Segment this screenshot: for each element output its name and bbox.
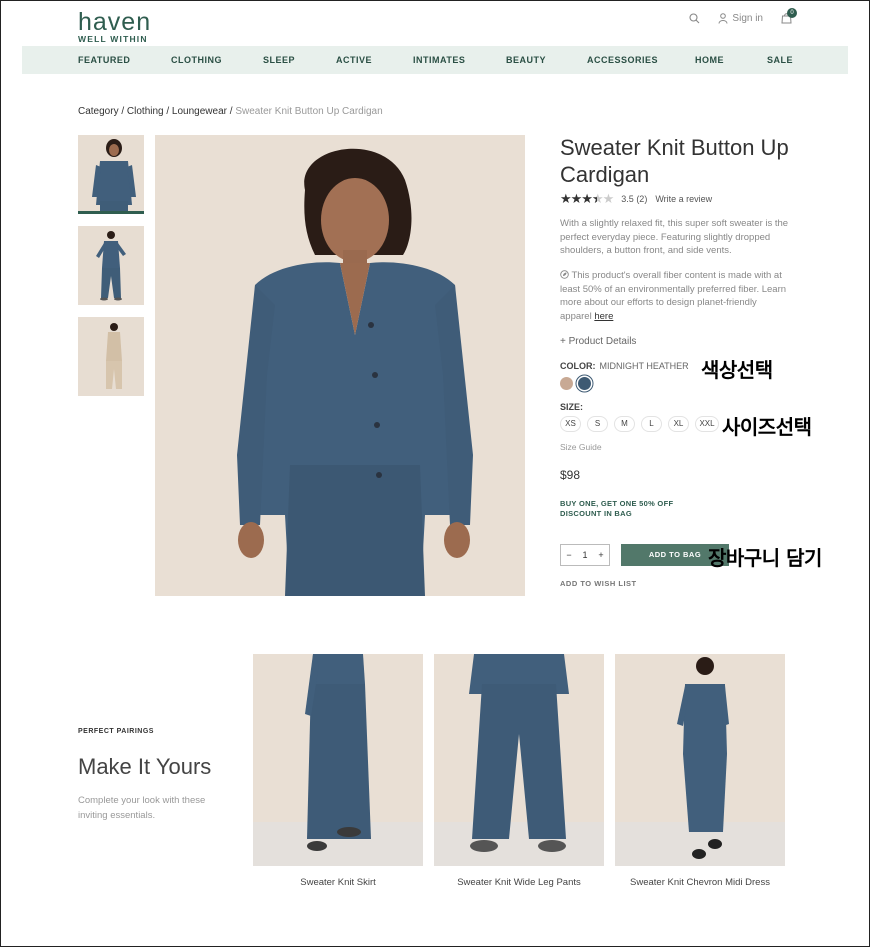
logo-wordmark: haven bbox=[78, 8, 152, 36]
product-details-toggle[interactable]: + Product Details bbox=[560, 336, 636, 347]
pairings-eyebrow: PERFECT PAIRINGS bbox=[78, 728, 154, 735]
plus-icon: + bbox=[560, 336, 566, 347]
pairing-name-wide-leg-pants[interactable]: Sweater Knit Wide Leg Pants bbox=[434, 877, 604, 888]
pairing-image-midi-dress[interactable] bbox=[615, 654, 785, 866]
rating-stars-icon[interactable]: ★★★★★★ bbox=[560, 191, 614, 207]
color-selector-label: COLOR: MIDNIGHT HEATHER bbox=[560, 361, 689, 371]
thumbnail-2[interactable] bbox=[78, 226, 144, 305]
fiber-note: This product's overall fiber content is … bbox=[560, 269, 790, 323]
color-swatches bbox=[560, 377, 591, 390]
size-xl[interactable]: XL bbox=[668, 416, 689, 432]
nav-beauty[interactable]: BEAUTY bbox=[506, 55, 587, 65]
nav-clothing[interactable]: CLOTHING bbox=[171, 55, 263, 65]
main-nav: FEATURED CLOTHING SLEEP ACTIVE INTIMATES… bbox=[22, 46, 848, 74]
sign-in-link[interactable]: Sign in bbox=[718, 13, 763, 24]
nav-sale[interactable]: SALE bbox=[767, 55, 793, 65]
fiber-link[interactable]: here bbox=[594, 311, 613, 322]
decrease-button[interactable]: − bbox=[566, 550, 571, 560]
rating-row: ★★★★★★ 3.5 (2) Write a review bbox=[560, 191, 712, 207]
pairing-name-midi-dress[interactable]: Sweater Knit Chevron Midi Dress bbox=[615, 877, 785, 888]
search-icon[interactable] bbox=[689, 12, 700, 24]
product-price: $98 bbox=[560, 468, 581, 482]
breadcrumb: Category / Clothing / Loungewear / Sweat… bbox=[78, 106, 383, 117]
size-m[interactable]: M bbox=[614, 416, 635, 432]
nav-active[interactable]: ACTIVE bbox=[336, 55, 413, 65]
site-logo[interactable]: haven WELL WITHIN bbox=[78, 8, 152, 45]
header-actions: Sign in 0 bbox=[689, 8, 797, 24]
annotation-size-select: 사이즈선택 bbox=[722, 415, 812, 439]
thumbnail-1[interactable] bbox=[78, 135, 144, 214]
increase-button[interactable]: + bbox=[598, 550, 603, 560]
add-to-wish-list-link[interactable]: ADD TO WISH LIST bbox=[560, 579, 637, 588]
leaf-icon bbox=[560, 270, 569, 279]
quantity-value[interactable]: 1 bbox=[582, 550, 587, 560]
sign-in-label: Sign in bbox=[732, 12, 763, 24]
swatch-midnight-heather[interactable] bbox=[578, 377, 591, 390]
color-value: MIDNIGHT HEATHER bbox=[599, 361, 689, 371]
size-xs[interactable]: XS bbox=[560, 416, 581, 432]
pairings-title: Make It Yours bbox=[78, 754, 212, 779]
rating-value: 3.5 (2) bbox=[621, 194, 648, 204]
pairing-image-wide-leg-pants[interactable] bbox=[434, 654, 604, 866]
breadcrumb-current: Sweater Knit Button Up Cardigan bbox=[235, 106, 383, 117]
user-icon bbox=[718, 12, 728, 24]
swatch-tan[interactable] bbox=[560, 377, 573, 390]
size-selector: XS S M L XL XXL bbox=[560, 416, 719, 432]
pairings-subtitle: Complete your look with these inviting e… bbox=[78, 795, 206, 821]
size-label: SIZE: bbox=[560, 402, 584, 412]
bag-button[interactable]: 0 bbox=[781, 8, 797, 24]
nav-featured[interactable]: FEATURED bbox=[78, 55, 171, 65]
product-title: Sweater Knit Button Up Cardigan bbox=[560, 135, 789, 187]
annotation-add-to-cart: 장바구니 담기 bbox=[708, 546, 822, 570]
nav-accessories[interactable]: ACCESSORIES bbox=[587, 55, 695, 65]
nav-sleep[interactable]: SLEEP bbox=[263, 55, 336, 65]
size-guide-link[interactable]: Size Guide bbox=[560, 442, 602, 452]
product-description: With a slightly relaxed fit, this super … bbox=[560, 218, 789, 256]
quantity-stepper: − 1 + bbox=[560, 544, 610, 566]
color-label: COLOR: bbox=[560, 361, 596, 371]
product-details-label: Product Details bbox=[568, 336, 637, 347]
size-s[interactable]: S bbox=[587, 416, 608, 432]
nav-home[interactable]: HOME bbox=[695, 55, 767, 65]
breadcrumb-path[interactable]: Category / Clothing / Loungewear / bbox=[78, 106, 235, 117]
thumbnail-3[interactable] bbox=[78, 317, 144, 396]
write-review-link[interactable]: Write a review bbox=[655, 194, 712, 204]
annotation-color-select: 색상선택 bbox=[701, 358, 773, 382]
logo-tagline: WELL WITHIN bbox=[78, 34, 148, 44]
pairing-name-skirt[interactable]: Sweater Knit Skirt bbox=[253, 877, 423, 888]
size-xxl[interactable]: XXL bbox=[695, 416, 719, 432]
size-l[interactable]: L bbox=[641, 416, 662, 432]
bag-count-badge: 0 bbox=[787, 8, 797, 18]
promo-text: BUY ONE, GET ONE 50% OFF DISCOUNT IN BAG bbox=[560, 499, 674, 518]
nav-intimates[interactable]: INTIMATES bbox=[413, 55, 506, 65]
pairing-image-skirt[interactable] bbox=[253, 654, 423, 866]
main-product-image[interactable] bbox=[155, 135, 525, 596]
